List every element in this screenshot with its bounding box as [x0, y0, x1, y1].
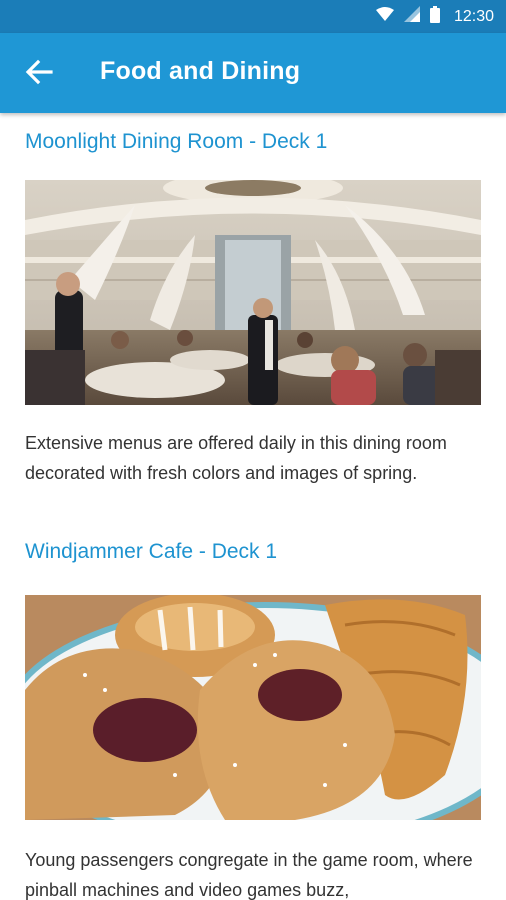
status-time: 12:30 — [453, 7, 494, 25]
section-description-moonlight: Extensive menus are offered daily in thi… — [25, 433, 447, 483]
section-description-windjammer: Young passengers congregate in the game … — [25, 850, 473, 900]
arrow-back-icon — [25, 58, 53, 91]
status-icons: 12:30 — [375, 0, 494, 33]
app-bar: Food and Dining — [0, 33, 506, 113]
pastries-photo — [25, 595, 481, 820]
battery-icon — [429, 5, 440, 28]
section-title-moonlight: Moonlight Dining Room - Deck 1 — [25, 130, 328, 153]
back-button[interactable] — [18, 53, 60, 95]
page-title: Food and Dining — [100, 57, 301, 85]
content-scroll[interactable]: Moonlight Dining Room - Deck 1 Extensive… — [0, 113, 506, 900]
signal-icon — [403, 6, 420, 27]
wifi-icon — [375, 7, 394, 26]
dining-room-photo — [25, 180, 481, 405]
section-title-windjammer: Windjammer Cafe - Deck 1 — [25, 540, 278, 563]
status-bar: 12:30 — [0, 0, 506, 33]
